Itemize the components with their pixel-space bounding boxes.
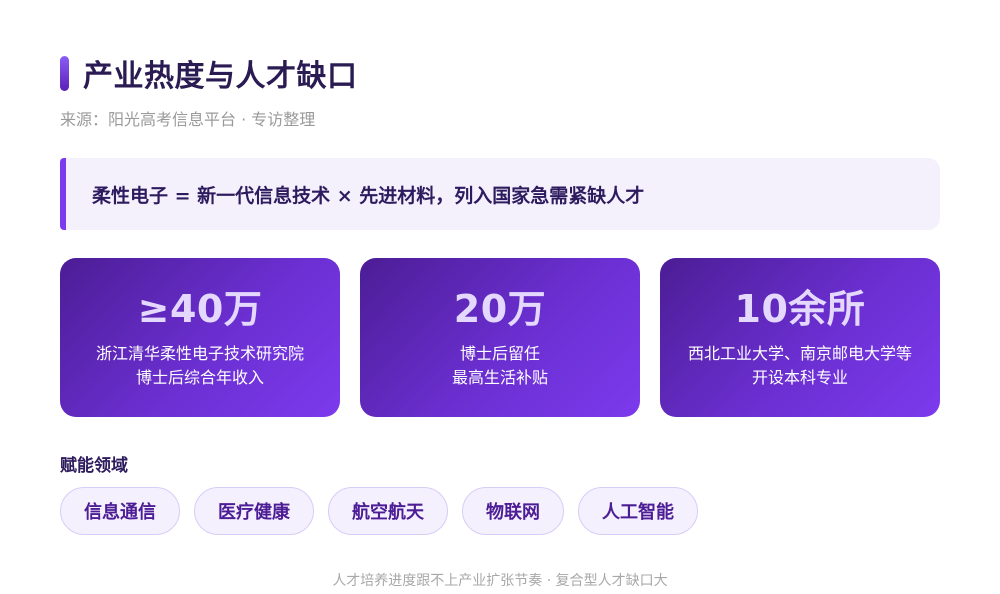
- stat-value: 10余所: [734, 287, 866, 331]
- stat-desc-line: 最高生活补贴: [451, 368, 548, 387]
- stats-row: ≥40万 浙江清华柔性电子技术研究院 博士后综合年收入 20万 博士后留任 最高…: [60, 258, 940, 417]
- page: 产业热度与人才缺口 来源：阳光高考信息平台 · 专访整理 柔性电子 = 新一代信…: [0, 0, 1000, 594]
- tag-ai: 人工智能: [578, 487, 698, 535]
- stat-desc-line: 西北工业大学、南京邮电大学等: [687, 344, 912, 363]
- stat-desc-line: 博士后综合年收入: [135, 368, 264, 387]
- tag-info-communication: 信息通信: [60, 487, 180, 535]
- tag-iot: 物联网: [462, 487, 564, 535]
- stat-desc-line: 博士后留任: [459, 344, 540, 363]
- title-row: 产业热度与人才缺口: [60, 51, 358, 95]
- stat-card-subsidy: 20万 博士后留任 最高生活补贴: [360, 258, 640, 417]
- fields-section-label: 赋能领域: [60, 456, 128, 476]
- stat-value: ≥40万: [137, 287, 263, 331]
- footer-note: 人才培养进度跟不上产业扩张节奏 · 复合型人才缺口大: [332, 573, 668, 589]
- stat-description: 浙江清华柔性电子技术研究院 博士后综合年收入: [96, 342, 304, 390]
- field-tags: 信息通信 医疗健康 航空航天 物联网 人工智能: [60, 487, 698, 535]
- stat-card-salary: ≥40万 浙江清华柔性电子技术研究院 博士后综合年收入: [60, 258, 340, 417]
- highlight-text: 柔性电子 = 新一代信息技术 × 先进材料，列入国家急需紧缺人才: [92, 184, 645, 207]
- source-note: 来源：阳光高考信息平台 · 专访整理: [60, 110, 316, 129]
- page-title: 产业热度与人才缺口: [83, 59, 358, 94]
- stat-card-universities: 10余所 西北工业大学、南京邮电大学等 开设本科专业: [660, 258, 940, 417]
- tag-aerospace: 航空航天: [328, 487, 448, 535]
- title-accent-bar: [60, 55, 69, 91]
- stat-desc-line: 浙江清华柔性电子技术研究院: [95, 344, 304, 363]
- highlight-banner: 柔性电子 = 新一代信息技术 × 先进材料，列入国家急需紧缺人才: [60, 158, 940, 230]
- stat-desc-line: 开设本科专业: [751, 368, 848, 387]
- stat-description: 西北工业大学、南京邮电大学等 开设本科专业: [688, 342, 912, 390]
- stat-value: 20万: [453, 287, 547, 331]
- tag-healthcare: 医疗健康: [194, 487, 314, 535]
- stat-description: 博士后留任 最高生活补贴: [452, 342, 548, 390]
